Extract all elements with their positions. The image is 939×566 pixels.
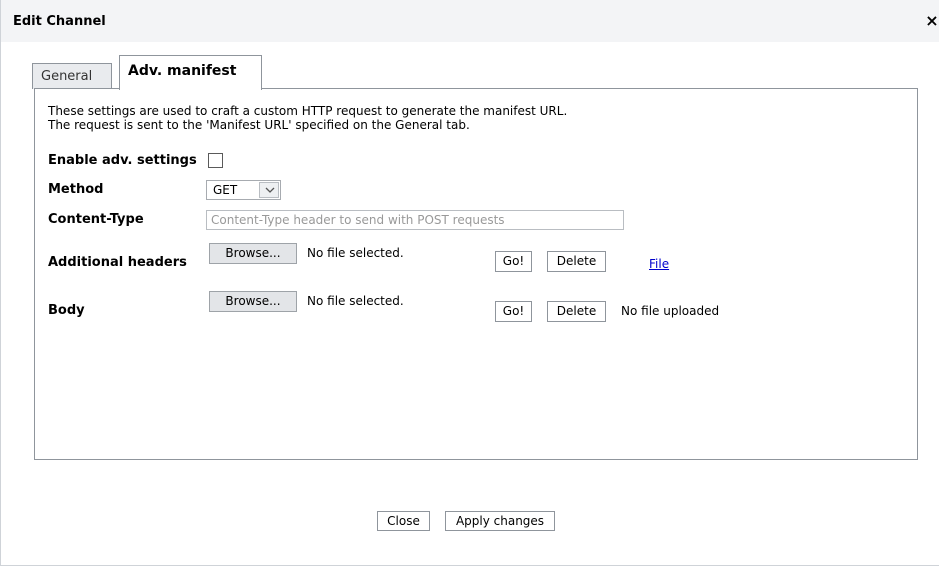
body-delete-button[interactable]: Delete bbox=[547, 301, 606, 322]
headers-file-status: No file selected. bbox=[307, 246, 404, 260]
close-icon[interactable]: × bbox=[924, 12, 939, 30]
body-label: Body bbox=[48, 303, 85, 318]
additional-headers-label: Additional headers bbox=[48, 255, 187, 270]
method-value: GET bbox=[213, 183, 238, 197]
body-upload-status: No file uploaded bbox=[621, 304, 720, 318]
body-file-status: No file selected. bbox=[307, 294, 404, 308]
close-button[interactable]: Close bbox=[377, 511, 430, 531]
headers-browse-button[interactable]: Browse... bbox=[209, 243, 297, 264]
intro-line-1: These settings are used to craft a custo… bbox=[48, 104, 568, 118]
tab-general[interactable]: General bbox=[32, 63, 112, 89]
intro-text: These settings are used to craft a custo… bbox=[48, 104, 567, 132]
intro-line-2: The request is sent to the 'Manifest URL… bbox=[48, 118, 470, 132]
enable-adv-settings-checkbox[interactable] bbox=[208, 153, 223, 168]
body-browse-button[interactable]: Browse... bbox=[209, 291, 297, 312]
content-type-input[interactable]: Content-Type header to send with POST re… bbox=[206, 210, 624, 230]
edit-channel-dialog: Edit Channel × General Adv. manifest The… bbox=[0, 0, 939, 566]
body-go-button[interactable]: Go! bbox=[495, 301, 532, 322]
dialog-titlebar: Edit Channel × bbox=[1, 0, 939, 42]
enable-adv-settings-label: Enable adv. settings bbox=[48, 153, 197, 168]
chevron-down-icon[interactable] bbox=[259, 182, 279, 198]
headers-go-button[interactable]: Go! bbox=[495, 251, 532, 272]
method-select[interactable]: GET bbox=[206, 180, 281, 200]
headers-delete-button[interactable]: Delete bbox=[547, 251, 606, 272]
tab-adv-manifest[interactable]: Adv. manifest bbox=[119, 55, 262, 90]
adv-manifest-panel: These settings are used to craft a custo… bbox=[34, 88, 918, 460]
dialog-title: Edit Channel bbox=[13, 14, 106, 29]
headers-file-link[interactable]: File bbox=[649, 257, 669, 271]
method-label: Method bbox=[48, 182, 104, 197]
content-type-label: Content-Type bbox=[48, 212, 144, 227]
apply-changes-button[interactable]: Apply changes bbox=[445, 511, 555, 531]
